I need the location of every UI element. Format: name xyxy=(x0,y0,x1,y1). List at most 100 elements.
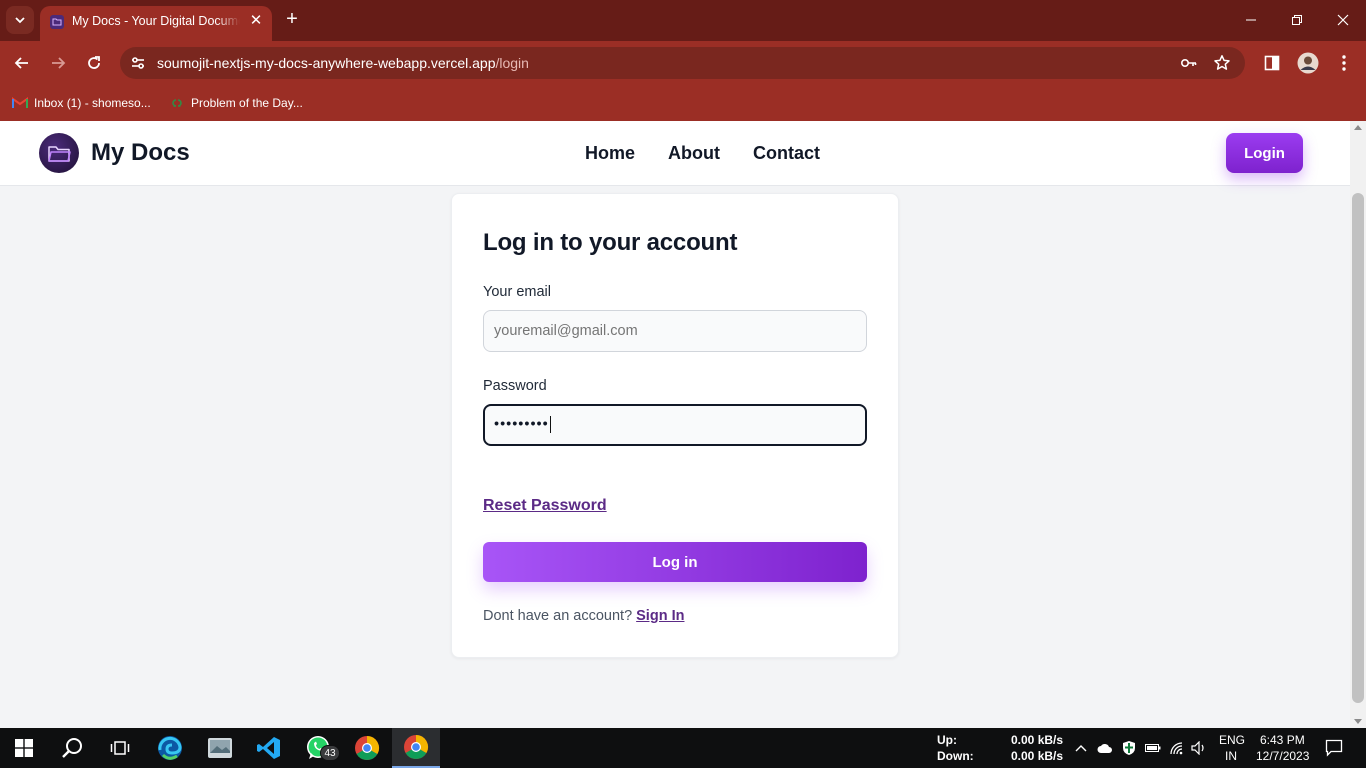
bookmark-label: Inbox (1) - shomeso... xyxy=(34,96,151,110)
task-view-button[interactable] xyxy=(96,728,144,768)
side-panel-icon xyxy=(1264,55,1280,71)
notification-center-button[interactable] xyxy=(1325,739,1343,757)
nav-link-about[interactable]: About xyxy=(668,142,720,164)
bookmarks-bar: Inbox (1) - shomeso... Problem of the Da… xyxy=(0,85,1366,121)
login-card: Log in to your account Your email Passwo… xyxy=(451,193,899,658)
chevron-down-icon xyxy=(15,17,25,24)
clock-date[interactable]: 12/7/2023 xyxy=(1256,749,1309,764)
chrome-icon xyxy=(355,736,380,761)
bookmark-gfg[interactable]: Problem of the Day... xyxy=(169,93,303,113)
input-region[interactable]: IN xyxy=(1225,749,1237,764)
password-key-icon[interactable] xyxy=(1179,53,1199,73)
volume-tray-icon[interactable] xyxy=(1191,740,1207,756)
back-button[interactable] xyxy=(9,50,35,76)
brand-name: My Docs xyxy=(91,139,190,166)
email-field[interactable] xyxy=(483,310,867,352)
net-down-label: Down: xyxy=(937,749,974,763)
password-value: ••••••••• xyxy=(494,416,549,433)
bookmark-star-icon[interactable] xyxy=(1212,53,1232,73)
password-label: Password xyxy=(483,378,547,394)
scroll-down-arrow-icon[interactable] xyxy=(1354,719,1362,724)
cloud-icon xyxy=(1097,743,1112,753)
reload-button[interactable] xyxy=(81,50,107,76)
page-scrollbar[interactable] xyxy=(1350,121,1366,728)
taskbar-vscode[interactable] xyxy=(245,728,293,768)
reset-password-link[interactable]: Reset Password xyxy=(483,497,607,515)
bookmark-label: Problem of the Day... xyxy=(191,96,303,110)
header-login-button[interactable]: Login xyxy=(1226,133,1303,173)
tab-search-button[interactable] xyxy=(6,6,34,34)
windows-taskbar: 43 Up: Down: 0.00 kB/s 0.00 kB/s ENG IN … xyxy=(0,728,1366,768)
browser-tab-strip: My Docs - Your Digital Document Manager … xyxy=(0,0,1366,41)
tab-close-icon[interactable]: ✕ xyxy=(248,13,264,29)
task-view-icon xyxy=(110,741,130,755)
onedrive-tray-icon[interactable] xyxy=(1097,740,1113,756)
gmail-icon xyxy=(12,96,28,110)
battery-icon xyxy=(1145,744,1161,752)
minimize-button[interactable] xyxy=(1228,8,1274,32)
nav-link-home[interactable]: Home xyxy=(585,142,635,164)
scrollbar-thumb[interactable] xyxy=(1352,193,1364,703)
folder-logo-icon xyxy=(39,133,79,173)
chevron-up-icon xyxy=(1075,745,1087,752)
wifi-tray-icon[interactable] xyxy=(1169,740,1185,756)
taskbar-edge[interactable] xyxy=(146,728,194,768)
windows-logo-icon xyxy=(15,739,33,757)
side-panel-button[interactable] xyxy=(1261,52,1283,74)
arrow-right-icon xyxy=(52,57,66,69)
form-title: Log in to your account xyxy=(483,229,738,256)
active-tab[interactable]: My Docs - Your Digital Document Manager … xyxy=(40,6,272,41)
security-tray-icon[interactable] xyxy=(1121,740,1137,756)
close-icon xyxy=(1337,14,1349,26)
email-label: Your email xyxy=(483,284,551,300)
signup-prompt: Dont have an account? Sign In xyxy=(483,608,684,624)
net-up-label: Up: xyxy=(937,733,957,747)
clock-time[interactable]: 6:43 PM xyxy=(1260,733,1305,748)
signup-prompt-text: Dont have an account? xyxy=(483,608,633,624)
wifi-icon xyxy=(1170,742,1183,755)
text-caret xyxy=(549,416,551,433)
edge-icon xyxy=(158,736,182,760)
close-window-button[interactable] xyxy=(1320,8,1366,32)
password-field[interactable]: ••••••••• xyxy=(483,404,867,446)
site-header: My Docs Home About Contact Login xyxy=(0,121,1350,186)
new-tab-button[interactable]: + xyxy=(282,8,302,30)
avatar-icon xyxy=(1297,52,1319,74)
notification-icon xyxy=(1325,739,1343,757)
address-bar[interactable]: soumojit-nextjs-my-docs-anywhere-webapp.… xyxy=(120,47,1245,79)
minimize-icon xyxy=(1246,19,1256,21)
reload-icon xyxy=(88,56,100,69)
net-down-value: 0.00 kB/s xyxy=(1011,749,1064,763)
tab-title: My Docs - Your Digital Document Manager xyxy=(72,14,240,28)
chrome-icon xyxy=(404,735,429,760)
vscode-icon xyxy=(257,737,280,759)
taskbar-search-button[interactable] xyxy=(48,728,96,768)
site-info-icon[interactable] xyxy=(128,53,148,73)
speaker-icon xyxy=(1191,741,1204,755)
taskbar-chrome-profile[interactable] xyxy=(343,728,391,768)
show-hidden-icons-button[interactable] xyxy=(1073,740,1089,756)
browser-toolbar: soumojit-nextjs-my-docs-anywhere-webapp.… xyxy=(0,41,1366,85)
main-nav: Home About Contact xyxy=(585,142,853,164)
search-icon xyxy=(62,738,82,758)
battery-tray-icon[interactable] xyxy=(1145,740,1161,756)
profile-avatar[interactable] xyxy=(1297,52,1319,74)
bookmark-gmail[interactable]: Inbox (1) - shomeso... xyxy=(12,93,151,113)
restore-button[interactable] xyxy=(1274,8,1320,32)
net-up-value: 0.00 kB/s xyxy=(1011,733,1064,747)
restore-icon xyxy=(1292,15,1302,25)
forward-button[interactable] xyxy=(45,50,71,76)
login-submit-button[interactable]: Log in xyxy=(483,542,867,582)
input-language[interactable]: ENG xyxy=(1219,733,1245,748)
sign-in-link[interactable]: Sign In xyxy=(636,608,684,624)
whatsapp-unread-badge: 43 xyxy=(320,745,340,761)
url-host: soumojit-nextjs-my-docs-anywhere-webapp.… xyxy=(157,55,496,71)
taskbar-chrome-active[interactable] xyxy=(392,728,440,768)
browser-menu-button[interactable] xyxy=(1333,52,1355,74)
scroll-up-arrow-icon[interactable] xyxy=(1354,125,1362,130)
brand-logo[interactable]: My Docs xyxy=(39,133,190,173)
taskbar-photos[interactable] xyxy=(196,728,244,768)
url-path: /login xyxy=(495,55,529,71)
start-button[interactable] xyxy=(0,728,48,768)
nav-link-contact[interactable]: Contact xyxy=(753,142,820,164)
